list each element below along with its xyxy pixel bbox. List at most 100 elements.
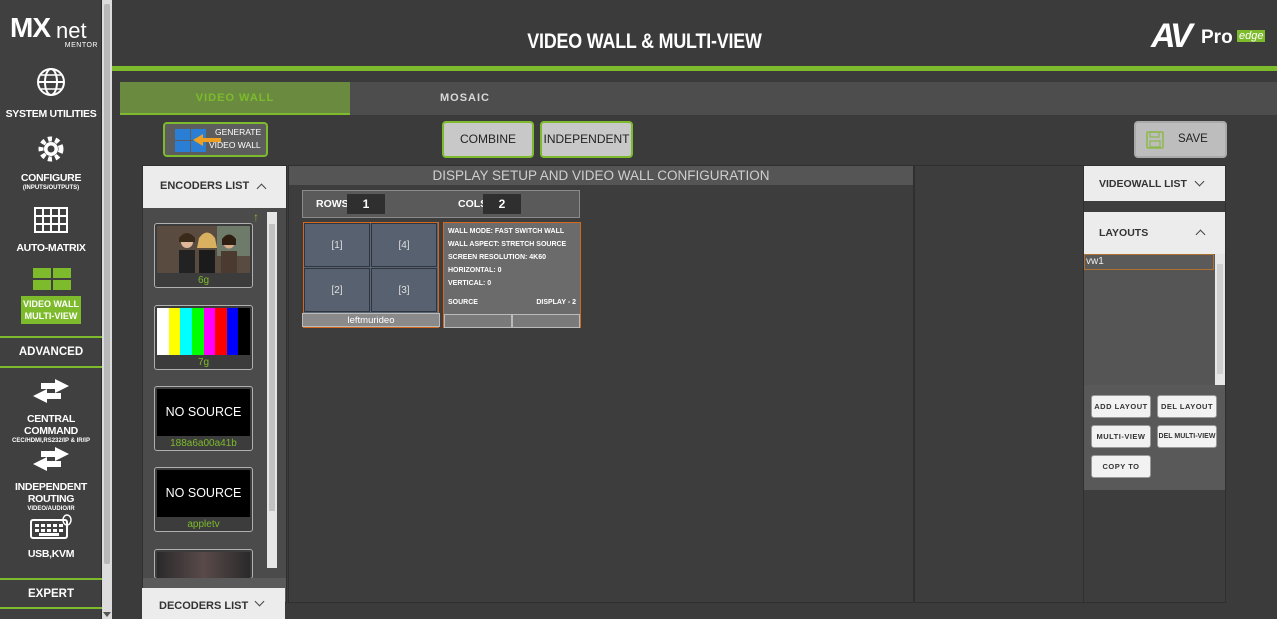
encoder-card[interactable] <box>154 549 253 578</box>
del-multi-view-button[interactable]: DEL MULTI-VIEW <box>1157 425 1217 448</box>
scroll-thumb[interactable] <box>104 4 110 564</box>
info-slot[interactable] <box>444 314 512 328</box>
encoder-card[interactable]: 6g <box>154 223 253 288</box>
encoder-card[interactable]: NO SOURCE 188a6a00a41b <box>154 386 253 451</box>
encoders-list: ↑ 6g 7g NO SOURCE 188a6a00a41b NO SOURCE… <box>143 208 286 578</box>
nav-sublabel: CEC/HDMI,RS232/IP & IR/IP <box>12 438 90 444</box>
brand-pro: Pro <box>1201 27 1233 48</box>
nav-label: CONFIGURE <box>20 172 82 184</box>
encoder-thumbnail <box>157 226 250 273</box>
layouts-box: vw1 ADD LAYOUT DEL LAYOUT MULTI-VIEW DEL… <box>1084 254 1225 490</box>
page-title: VIDEO WALL & MULTI-VIEW <box>527 30 762 53</box>
brand-av: AV <box>1151 17 1193 55</box>
sidebar-scrollbar[interactable] <box>102 0 112 619</box>
mxnet-logo: MX net MENTOR <box>10 12 100 52</box>
encoder-thumbnail <box>157 308 250 355</box>
tab-video-wall[interactable]: VIDEO WALL <box>120 82 350 115</box>
no-source-label: NO SOURCE <box>165 405 242 419</box>
add-layout-button[interactable]: ADD LAYOUT <box>1091 395 1151 418</box>
encoder-thumbnail: NO SOURCE <box>157 389 250 436</box>
wall-cell[interactable]: [2] <box>304 268 370 312</box>
nav-sublabel: (INPUTS/OUTPUTS) <box>22 185 80 191</box>
wall-cell[interactable]: [1] <box>304 223 370 267</box>
combine-button[interactable]: COMBINE <box>442 121 534 158</box>
nav-configure[interactable]: CONFIGURE (INPUTS/OUTPUTS) <box>0 132 102 192</box>
decoders-list-header[interactable]: DECODERS LIST <box>142 588 285 619</box>
encoders-panel: ENCODERS LIST ↑ 6g 7g NO SOURCE 188a6a00… <box>142 165 287 603</box>
multi-view-button[interactable]: MULTI-VIEW <box>1091 425 1151 448</box>
layout-scrollbar[interactable] <box>1215 254 1225 385</box>
divider <box>0 607 102 609</box>
encoders-scrollbar[interactable] <box>267 212 277 568</box>
floppy-disk-icon <box>1146 131 1164 149</box>
scroll-down-icon[interactable] <box>103 612 111 617</box>
encoders-list-title: ENCODERS LIST <box>160 180 250 192</box>
screen-resolution: SCREEN RESOLUTION: 4K60 <box>448 254 547 261</box>
chevron-down-icon[interactable] <box>1194 176 1205 187</box>
save-button[interactable]: SAVE <box>1134 121 1227 158</box>
videowall-list-label: VIDEOWALL LIST <box>1099 178 1187 190</box>
encoders-list-header[interactable]: ENCODERS LIST <box>143 166 286 208</box>
info-slot[interactable] <box>512 314 580 328</box>
grid-icon <box>34 207 68 233</box>
encoder-name: 7g <box>197 357 210 368</box>
nav-usb-kvm[interactable]: USB,KVM <box>0 514 102 560</box>
decoders-list-title: DECODERS LIST <box>159 600 249 612</box>
no-source-label: NO SOURCE <box>165 486 242 500</box>
cols-value[interactable]: 2 <box>483 194 521 214</box>
logo-mentor: MENTOR <box>64 42 98 49</box>
horizontal-offset: HORIZONTAL: 0 <box>448 267 502 274</box>
rows-value[interactable]: 1 <box>347 194 385 214</box>
wall-cell[interactable]: [4] <box>371 223 437 267</box>
nav-label: SYSTEM UTILITIES <box>5 108 97 120</box>
avpro-edge-logo: AV Pro edge <box>1151 17 1271 57</box>
vertical-offset: VERTICAL: 0 <box>448 280 492 287</box>
logo-mx: MX <box>10 12 51 43</box>
layout-list: vw1 <box>1084 254 1214 385</box>
list-item[interactable]: vw1 <box>1084 254 1214 270</box>
del-layout-button[interactable]: DEL LAYOUT <box>1157 395 1217 418</box>
people-preview-image <box>157 226 250 273</box>
source-label: SOURCE <box>448 299 478 306</box>
header: VIDEO WALL & MULTI-VIEW AV Pro edge <box>112 0 1277 67</box>
encoder-thumbnail <box>157 552 250 578</box>
chevron-up-icon[interactable] <box>1195 229 1206 240</box>
copy-to-button[interactable]: COPY TO <box>1091 455 1151 478</box>
nav-expert[interactable]: EXPERT <box>0 580 102 608</box>
nav-central-command[interactable]: CENTRAL COMMAND CEC/HDMI,RS232/IP & IR/I… <box>0 378 102 445</box>
divider <box>0 366 102 368</box>
arrow-up-icon[interactable]: ↑ <box>253 210 259 224</box>
nav-system-utilities[interactable]: SYSTEM UTILITIES <box>0 66 102 120</box>
encoder-name: appletv <box>187 519 220 530</box>
chevron-down-icon[interactable] <box>254 596 265 607</box>
nav-video-wall-active[interactable]: VIDEO WALL MULTI-VIEW <box>21 296 81 324</box>
generate-label: GENERATE <box>215 127 262 137</box>
independent-button[interactable]: INDEPENDENT <box>540 121 633 158</box>
nav-label: VIDEO WALL <box>23 299 79 309</box>
encoder-name: 6g <box>197 275 210 286</box>
color-bars-image <box>157 308 250 355</box>
encoder-card[interactable]: 7g <box>154 305 253 370</box>
scroll-thumb[interactable] <box>1217 264 1223 374</box>
nav-independent-routing[interactable]: INDEPENDENT ROUTING VIDEO/AUDIO/IR <box>0 446 102 513</box>
wall-info-card[interactable]: WALL MODE: FAST SWITCH WALL WALL ASPECT:… <box>443 222 581 328</box>
layouts-header[interactable]: LAYOUTS <box>1084 212 1225 254</box>
wall-cell[interactable]: [3] <box>371 268 437 312</box>
wall-mode: WALL MODE: FAST SWITCH WALL <box>448 228 565 235</box>
nav-label: USB,KVM <box>27 548 75 560</box>
chevron-up-icon[interactable] <box>256 183 267 194</box>
globe-icon <box>37 68 65 96</box>
config-title: DISPLAY SETUP AND VIDEO WALL CONFIGURATI… <box>289 166 913 185</box>
encoder-thumbnail: NO SOURCE <box>157 470 250 517</box>
generate-video-wall-button[interactable]: GENERATE VIDEO WALL <box>163 122 268 157</box>
brand-edge: edge <box>1237 30 1266 42</box>
tab-mosaic[interactable]: MOSAIC <box>350 82 580 115</box>
nav-advanced[interactable]: ADVANCED <box>0 338 102 366</box>
generate-label: VIDEO WALL <box>209 140 261 150</box>
encoder-card[interactable]: NO SOURCE appletv <box>154 467 253 532</box>
arrows-icon <box>33 379 69 403</box>
nav-auto-matrix[interactable]: AUTO-MATRIX <box>0 206 102 254</box>
rows-label: ROWS <box>316 198 349 210</box>
scroll-thumb[interactable] <box>269 224 275 511</box>
videowall-list-dropdown[interactable]: VIDEOWALL LIST <box>1084 166 1225 201</box>
